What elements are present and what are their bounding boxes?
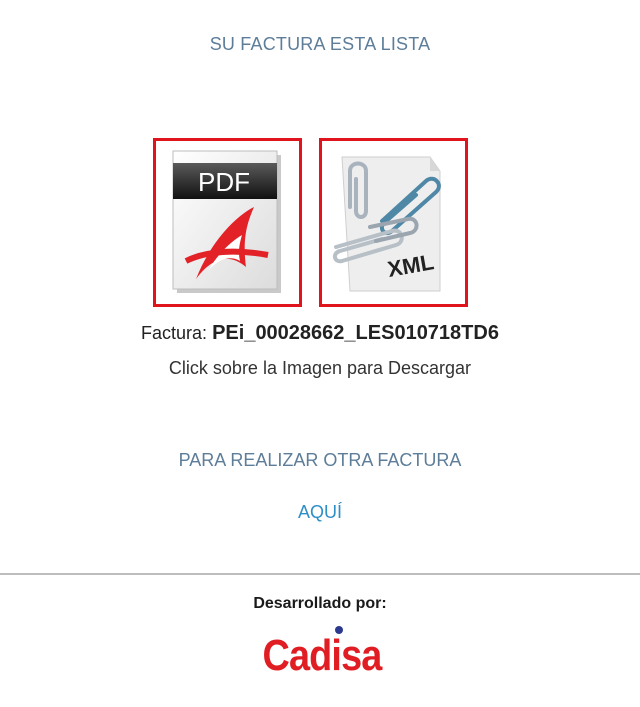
new-invoice-link[interactable]: AQUÍ — [298, 502, 342, 522]
logo-text: Cadisa — [262, 631, 383, 680]
new-invoice-prompt: PARA REALIZAR OTRA FACTURA — [178, 450, 462, 470]
download-hint: Click sobre la Imagen para Descargar — [168, 358, 472, 378]
xml-file-icon: XML — [333, 156, 441, 292]
xml-download-button[interactable]: XML — [319, 138, 468, 307]
invoice-line: Factura: PEi_00028662_LES010718TD6 — [0, 322, 640, 345]
pdf-file-icon: PDF — [172, 150, 281, 293]
page-title: SU FACTURA ESTA LISTA — [209, 34, 431, 54]
pdf-download-button[interactable]: PDF — [153, 138, 302, 307]
invoice-label: Factura: — [141, 323, 208, 343]
footer-divider — [0, 573, 640, 575]
invoice-number: PEi_00028662_LES010718TD6 — [212, 322, 499, 344]
pdf-icon-label: PDF — [198, 167, 250, 197]
cadisa-logo: Cadisa — [253, 623, 389, 685]
developed-by-label: Desarrollado por: — [253, 595, 387, 612]
